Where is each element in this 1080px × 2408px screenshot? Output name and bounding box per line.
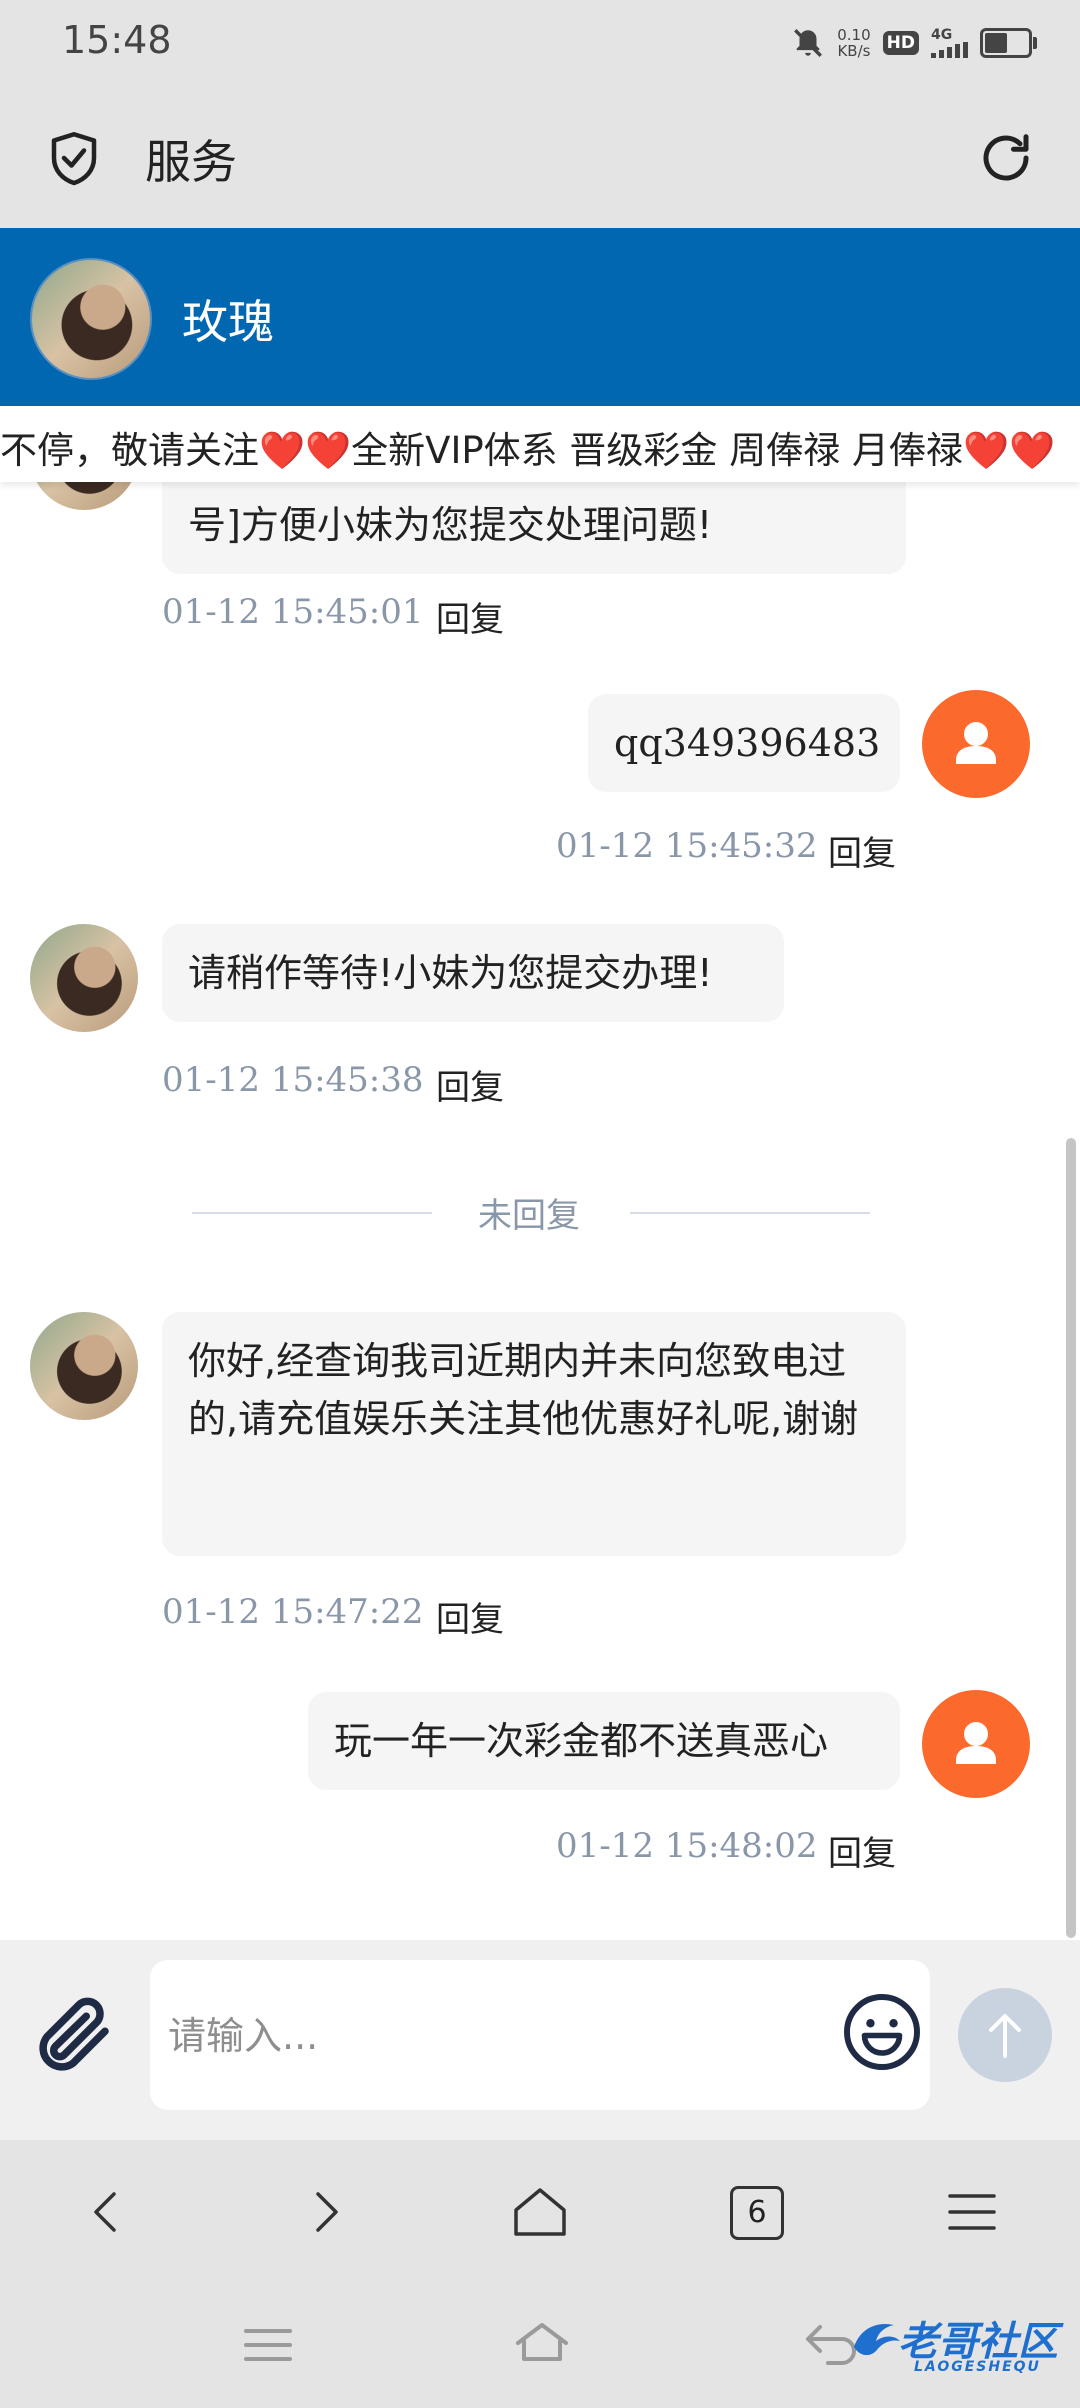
divider-line-left: [192, 1212, 432, 1214]
battery-icon: [980, 28, 1037, 58]
message-input-field[interactable]: [150, 1960, 930, 2110]
recents-icon[interactable]: [238, 2315, 298, 2375]
net-speed: 0.10 KB/s: [837, 26, 871, 60]
user-icon: [956, 722, 996, 764]
message-bubble-user: 玩一年一次彩金都不送真恶心: [308, 1692, 900, 1790]
signal-icon: 4G: [931, 28, 968, 58]
agent-avatar: [30, 1312, 138, 1420]
agent-header: 玫瑰: [0, 228, 1080, 406]
dragon-icon: [854, 2323, 900, 2356]
smiley-icon[interactable]: [840, 1990, 924, 2074]
agent-name: 玫瑰: [182, 295, 274, 349]
reply-link[interactable]: 回复: [436, 1592, 504, 1641]
announcement-marquee: 不停，敬请关注❤️❤️全新VIP体系 晋级彩金 周俸禄 月俸禄❤️❤️: [0, 406, 1080, 482]
arrow-up-icon: [989, 2014, 1021, 2058]
home-icon[interactable]: [504, 2176, 576, 2248]
reply-link[interactable]: 回复: [436, 592, 504, 641]
watermark-subtext: LAOGESHEQU: [914, 2359, 1041, 2375]
chat-scrollbar[interactable]: [1066, 1138, 1076, 1938]
tabs-count: 6: [730, 2186, 784, 2240]
input-bar: [0, 1940, 1080, 2140]
message-bubble-user: qq349396483: [588, 694, 900, 792]
user-avatar: [922, 690, 1030, 798]
message-bubble-agent: 你好,经查询我司近期内并未向您致电过的,请充值娱乐关注其他优惠好礼呢,谢谢: [162, 1312, 906, 1556]
refresh-icon[interactable]: [976, 128, 1036, 188]
message-time: 01-12 15:45:32: [556, 826, 818, 866]
home-icon[interactable]: [510, 2313, 574, 2377]
reply-link[interactable]: 回复: [828, 826, 896, 875]
watermark-logo: 老哥社区 LAOGESHEQU: [844, 2303, 1064, 2393]
browser-nav-bar: 6: [0, 2140, 1080, 2285]
system-nav-bar: 老哥社区 LAOGESHEQU: [0, 2285, 1080, 2408]
agent-avatar: [30, 482, 138, 510]
page-title: 服务: [145, 135, 237, 189]
message-input[interactable]: [166, 2000, 730, 2072]
shield-check-icon[interactable]: [44, 128, 104, 188]
agent-avatar[interactable]: [30, 258, 152, 380]
reply-link[interactable]: 回复: [436, 1060, 504, 1109]
menu-icon[interactable]: [936, 2176, 1008, 2248]
back-icon[interactable]: [72, 2176, 144, 2248]
send-button[interactable]: [958, 1988, 1052, 2082]
status-bar: 15:48 0.10 KB/s HD 4G: [0, 0, 1080, 88]
forward-icon[interactable]: [288, 2176, 360, 2248]
message-time: 01-12 15:45:01: [162, 592, 424, 632]
message-time: 01-12 15:45:38: [162, 1060, 424, 1100]
divider-line-right: [630, 1212, 870, 1214]
status-time: 15:48: [62, 18, 172, 62]
paperclip-icon[interactable]: [30, 1990, 120, 2080]
reply-link[interactable]: 回复: [828, 1826, 896, 1875]
agent-avatar: [30, 924, 138, 1032]
mute-bell-icon: [794, 29, 823, 57]
app-bar: 服务: [0, 88, 1080, 228]
user-icon: [956, 1722, 996, 1764]
marquee-text: 不停，敬请关注❤️❤️全新VIP体系 晋级彩金 周俸禄 月俸禄❤️❤️: [0, 429, 1056, 472]
divider-label: 未回复: [478, 1196, 580, 1236]
user-avatar: [922, 1690, 1030, 1798]
message-bubble-agent: 号]方便小妹为您提交处理问题!: [162, 482, 906, 574]
chat-area[interactable]: 号]方便小妹为您提交处理问题! 01-12 15:45:01 回复 qq3493…: [0, 482, 1080, 1940]
message-time: 01-12 15:47:22: [162, 1592, 424, 1632]
message-time: 01-12 15:48:02: [556, 1826, 818, 1866]
hd-icon: HD: [882, 31, 919, 55]
message-bubble-agent: 请稍作等待!小妹为您提交办理!: [162, 924, 784, 1022]
status-icons: 0.10 KB/s HD 4G: [791, 20, 1037, 66]
tabs-button[interactable]: 6: [730, 2186, 802, 2258]
